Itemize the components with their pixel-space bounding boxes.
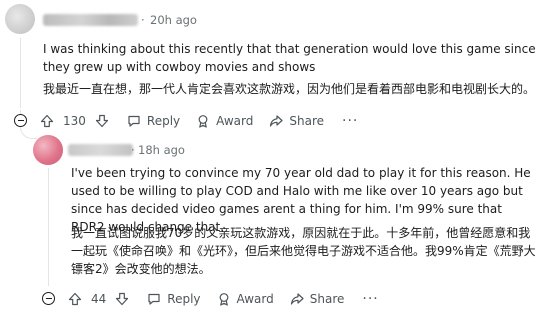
more-icon[interactable]: ···: [342, 113, 358, 129]
share-label: Share: [289, 114, 325, 128]
comment-timestamp: 20h ago: [150, 13, 197, 27]
reply-button[interactable]: Reply: [127, 114, 180, 128]
comment-actions: 44 Reply Award Share ···: [68, 290, 379, 308]
reply-icon: [128, 115, 140, 127]
collapse-icon[interactable]: [14, 114, 27, 127]
award-icon: [198, 115, 208, 128]
share-icon: [290, 293, 304, 305]
meta-separator: ·: [141, 13, 145, 27]
collapse-icon[interactable]: [42, 292, 55, 305]
avatar[interactable]: [5, 4, 35, 34]
upvote-icon[interactable]: [40, 114, 54, 128]
vote-count: 130: [63, 114, 86, 128]
share-icon: [270, 115, 283, 127]
share-label: Share: [309, 292, 345, 306]
downvote-icon[interactable]: [115, 292, 129, 306]
more-icon[interactable]: ···: [362, 291, 378, 307]
award-button[interactable]: Award: [196, 114, 253, 128]
reply-label: Reply: [146, 114, 181, 128]
comment-body-zh: 我一直试图说服我70岁的父亲玩这款游戏，原因就在于此。十多年前，他曾经愿意和我一…: [71, 226, 536, 276]
reply-icon: [148, 293, 160, 305]
award-label: Award: [236, 292, 274, 306]
comment-body-zh: 我最近一直在想，那一代人肯定会喜欢这款游戏，因为他们是看着西部电影和电视剧长大的…: [43, 82, 536, 96]
award-label: Award: [216, 114, 254, 128]
upvote-icon[interactable]: [68, 292, 82, 306]
vote-control: 130: [40, 114, 109, 128]
comment-actions: 130 Reply Award Share ···: [40, 112, 358, 130]
username-redacted[interactable]: [43, 14, 138, 26]
username-redacted[interactable]: [68, 144, 133, 156]
thread-line[interactable]: [48, 168, 49, 286]
meta-separator: ·: [131, 143, 135, 157]
award-icon: [219, 293, 228, 306]
share-button[interactable]: Share: [290, 292, 345, 306]
reply-label: Reply: [167, 292, 201, 306]
reply-button[interactable]: Reply: [147, 292, 201, 306]
vote-count: 44: [91, 292, 107, 306]
award-button[interactable]: Award: [217, 292, 274, 306]
downvote-icon[interactable]: [95, 114, 109, 128]
share-button[interactable]: Share: [269, 114, 324, 128]
comment-timestamp: 18h ago: [138, 143, 185, 157]
avatar[interactable]: [33, 135, 63, 165]
thread-line[interactable]: [20, 38, 21, 108]
comment-body-en: I was thinking about this recently that …: [43, 42, 536, 74]
vote-control: 44: [68, 292, 129, 306]
